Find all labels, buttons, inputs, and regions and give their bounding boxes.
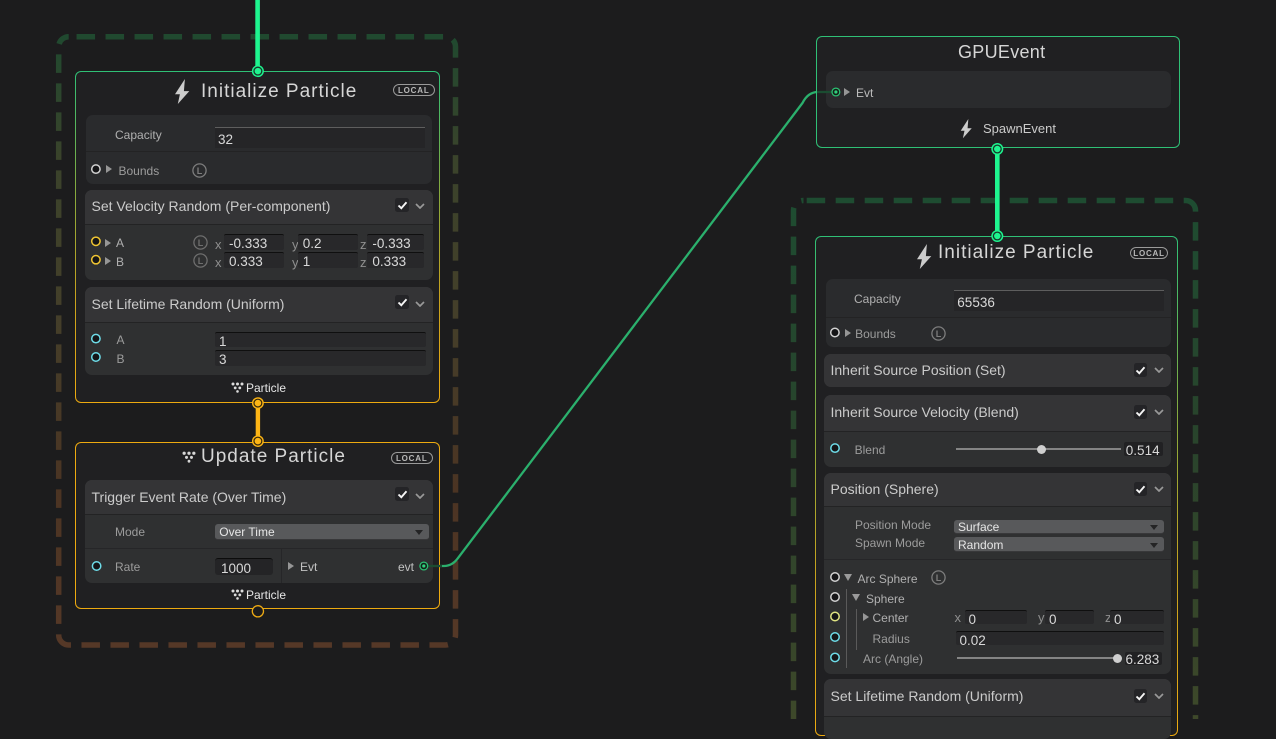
svg-text:L: L	[197, 238, 203, 248]
svg-text:L: L	[197, 256, 203, 266]
svg-text:L: L	[936, 329, 942, 339]
svg-text:L: L	[196, 165, 202, 175]
svg-text:L: L	[936, 573, 942, 583]
